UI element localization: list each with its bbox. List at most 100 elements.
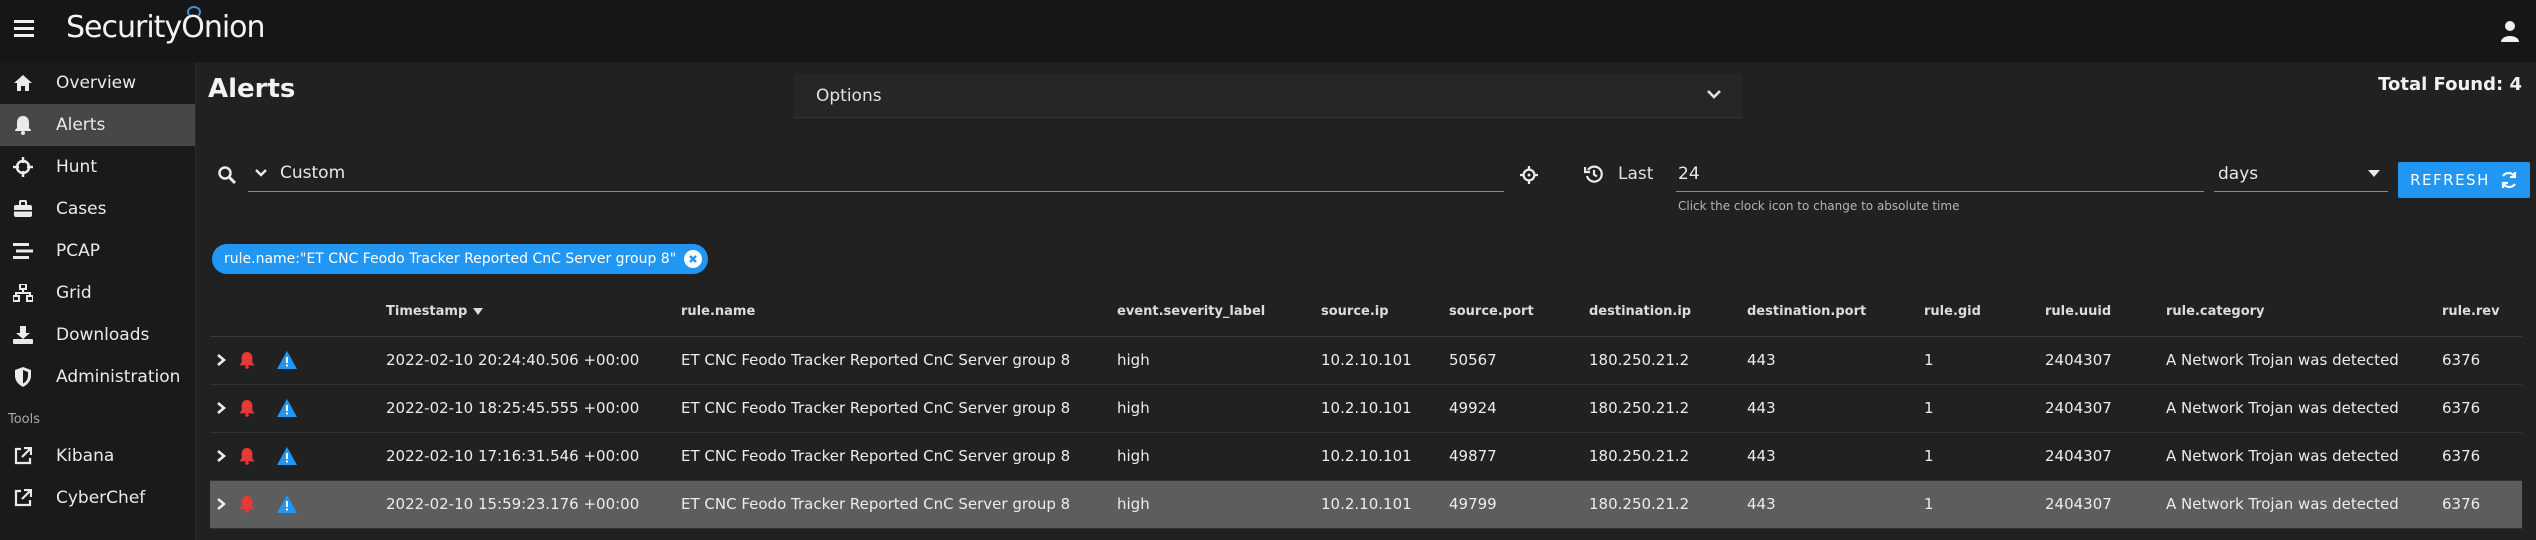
column-header[interactable]: rule.rev — [2442, 288, 2522, 337]
table-cell[interactable]: 6376 — [2442, 384, 2522, 433]
column-header[interactable]: rule.gid — [1924, 288, 2045, 337]
warning-triangle-icon[interactable] — [276, 493, 298, 515]
table-cell[interactable]: 2404307 — [2045, 480, 2166, 529]
refresh-icon — [2501, 171, 2516, 189]
column-header[interactable]: rule.name — [681, 288, 1117, 337]
sidebar-item-pcap[interactable]: PCAP — [0, 230, 195, 272]
expand-chevron-icon[interactable] — [210, 349, 232, 371]
table-cell[interactable]: 2022-02-10 20:24:40.506 +00:00 — [386, 336, 681, 385]
table-cell[interactable]: ET CNC Feodo Tracker Reported CnC Server… — [681, 480, 1117, 529]
bell-alarm-icon[interactable] — [236, 397, 258, 419]
expand-chevron-icon[interactable] — [210, 445, 232, 467]
table-cell[interactable]: 49799 — [1449, 480, 1589, 529]
table-cell[interactable]: 10.2.10.101 — [1321, 384, 1449, 433]
table-cell[interactable]: 1 — [1924, 432, 2045, 481]
table-cell[interactable]: A Network Trojan was detected — [2166, 336, 2442, 385]
sidebar-item-administration[interactable]: Administration — [0, 356, 195, 398]
table-cell[interactable]: ET CNC Feodo Tracker Reported CnC Server… — [681, 336, 1117, 385]
history-icon[interactable] — [1584, 164, 1604, 184]
sidebar-item-kibana[interactable]: Kibana — [0, 435, 195, 477]
table-cell[interactable]: 6376 — [2442, 432, 2522, 481]
warning-triangle-icon[interactable] — [276, 397, 298, 419]
table-row[interactable]: 2022-02-10 20:24:40.506 +00:00 ET CNC Feo… — [210, 336, 2522, 385]
close-icon[interactable] — [684, 250, 703, 268]
sidebar-item-label: Downloads — [56, 325, 150, 345]
table-cell[interactable]: 443 — [1747, 432, 1924, 481]
table-cell[interactable]: 2022-02-10 18:25:45.555 +00:00 — [386, 384, 681, 433]
sidebar-item-cyberchef[interactable]: CyberChef — [0, 477, 195, 519]
table-cell[interactable]: 10.2.10.101 — [1321, 432, 1449, 481]
table-row[interactable]: 2022-02-10 17:16:31.546 +00:00 ET CNC Feo… — [210, 432, 2522, 481]
table-cell[interactable]: 1 — [1924, 336, 2045, 385]
chevron-down-icon — [255, 168, 267, 177]
table-row[interactable]: 2022-02-10 15:59:23.176 +00:00 ET CNC Feo… — [210, 480, 2522, 529]
expand-chevron-icon[interactable] — [210, 493, 232, 515]
column-header[interactable]: event.severity_label — [1117, 288, 1321, 337]
table-cell[interactable]: 1 — [1924, 384, 2045, 433]
sidebar-item-hunt[interactable]: Hunt — [0, 146, 195, 188]
column-header[interactable]: destination.ip — [1589, 288, 1747, 337]
bell-alarm-icon[interactable] — [236, 445, 258, 467]
table-cell[interactable]: 443 — [1747, 384, 1924, 433]
column-header-timestamp[interactable]: Timestamp — [386, 288, 681, 337]
column-header[interactable]: source.ip — [1321, 288, 1449, 337]
table-cell[interactable]: A Network Trojan was detected — [2166, 384, 2442, 433]
sidebar-item-cases[interactable]: Cases — [0, 188, 195, 230]
table-cell[interactable]: A Network Trojan was detected — [2166, 432, 2442, 481]
table-cell[interactable]: high — [1117, 480, 1321, 529]
table-cell[interactable]: 180.250.21.2 — [1589, 480, 1747, 529]
table-cell[interactable]: 6376 — [2442, 336, 2522, 385]
table-cell[interactable]: 49877 — [1449, 432, 1589, 481]
relative-time-input[interactable]: 24 — [1676, 154, 2204, 192]
time-unit-select[interactable]: days — [2214, 154, 2388, 192]
user-icon[interactable] — [2500, 20, 2520, 42]
table-cell[interactable]: 180.250.21.2 — [1589, 336, 1747, 385]
table-cell[interactable]: 2022-02-10 15:59:23.176 +00:00 — [386, 480, 681, 529]
table-cell[interactable]: 2404307 — [2045, 336, 2166, 385]
table-cell[interactable]: ET CNC Feodo Tracker Reported CnC Server… — [681, 432, 1117, 481]
time-hint: Click the clock icon to change to absolu… — [1678, 199, 1960, 213]
column-header[interactable]: source.port — [1449, 288, 1589, 337]
options-expander[interactable]: Options — [794, 74, 1742, 118]
table-cell[interactable]: A Network Trojan was detected — [2166, 480, 2442, 529]
app-bar: Security Onion — [0, 0, 2536, 62]
table-cell[interactable]: high — [1117, 336, 1321, 385]
table-cell[interactable]: 1 — [1924, 480, 2045, 529]
table-cell[interactable]: 180.250.21.2 — [1589, 432, 1747, 481]
table-cell[interactable]: 50567 — [1449, 336, 1589, 385]
table-cell[interactable]: 2404307 — [2045, 384, 2166, 433]
table-cell[interactable]: 443 — [1747, 336, 1924, 385]
table-cell[interactable]: 10.2.10.101 — [1321, 336, 1449, 385]
table-cell[interactable]: 443 — [1747, 480, 1924, 529]
menu-icon[interactable] — [14, 20, 34, 38]
bell-alarm-icon[interactable] — [236, 493, 258, 515]
last-label: Last — [1618, 164, 1654, 184]
warning-triangle-icon[interactable] — [276, 349, 298, 371]
column-header[interactable]: destination.port — [1747, 288, 1924, 337]
table-cell[interactable]: 180.250.21.2 — [1589, 384, 1747, 433]
table-cell[interactable]: 49924 — [1449, 384, 1589, 433]
table-cell[interactable]: 2404307 — [2045, 432, 2166, 481]
crosshairs-icon[interactable] — [1520, 166, 1538, 184]
table-cell[interactable]: high — [1117, 432, 1321, 481]
crosshairs-icon — [12, 157, 34, 177]
table-cell[interactable]: ET CNC Feodo Tracker Reported CnC Server… — [681, 384, 1117, 433]
refresh-button[interactable]: REFRESH — [2398, 162, 2530, 198]
sidebar-item-downloads[interactable]: Downloads — [0, 314, 195, 356]
table-cell[interactable]: 2022-02-10 17:16:31.546 +00:00 — [386, 432, 681, 481]
query-select[interactable]: Custom — [248, 154, 1504, 192]
sidebar-item-overview[interactable]: Overview — [0, 62, 195, 104]
expand-chevron-icon[interactable] — [210, 397, 232, 419]
column-header[interactable]: rule.category — [2166, 288, 2442, 337]
sidebar-item-alerts[interactable]: Alerts — [0, 104, 195, 146]
column-header[interactable]: rule.uuid — [2045, 288, 2166, 337]
bell-alarm-icon[interactable] — [236, 349, 258, 371]
query-value: Custom — [280, 162, 346, 183]
sidebar-item-grid[interactable]: Grid — [0, 272, 195, 314]
table-cell[interactable]: 10.2.10.101 — [1321, 480, 1449, 529]
table-cell[interactable]: high — [1117, 384, 1321, 433]
warning-triangle-icon[interactable] — [276, 445, 298, 467]
filter-chip[interactable]: rule.name:"ET CNC Feodo Tracker Reported… — [212, 244, 709, 274]
table-cell[interactable]: 6376 — [2442, 480, 2522, 529]
table-row[interactable]: 2022-02-10 18:25:45.555 +00:00 ET CNC Feo… — [210, 384, 2522, 433]
